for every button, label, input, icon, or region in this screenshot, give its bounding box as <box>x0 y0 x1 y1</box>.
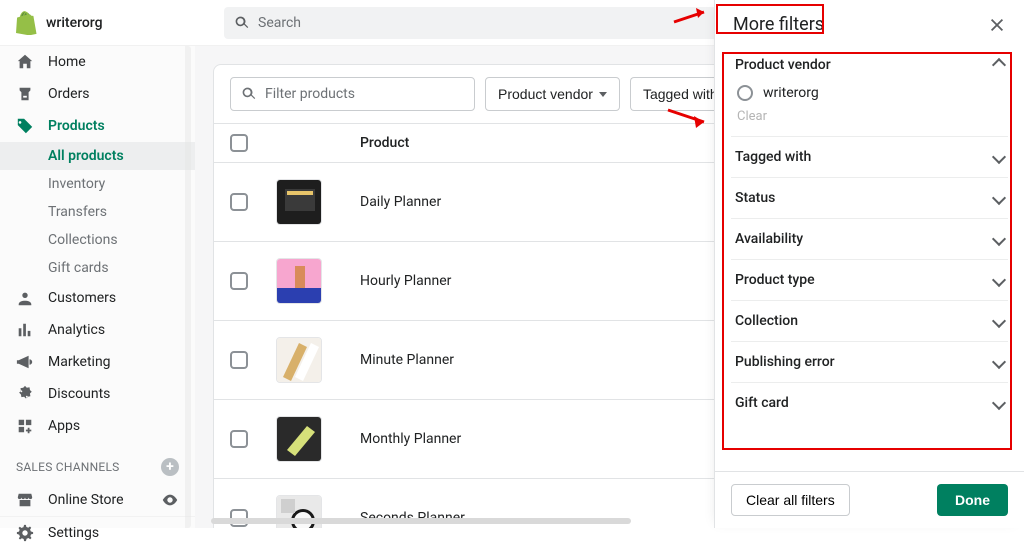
chevron-down-icon <box>992 273 1006 287</box>
nav-orders[interactable]: Orders <box>0 78 195 110</box>
home-icon <box>16 53 34 71</box>
chevron-down-icon <box>992 191 1006 205</box>
channel-online-store[interactable]: Online Store <box>0 484 195 516</box>
filter-section-toggle[interactable]: Status <box>735 190 1004 206</box>
apps-icon <box>16 417 34 435</box>
nav-label: Settings <box>48 525 99 541</box>
product-thumbnail <box>276 337 322 383</box>
orders-icon <box>16 85 34 103</box>
sidebar: Home Orders Products All products Invent… <box>0 46 195 528</box>
nav-label: Apps <box>48 418 80 434</box>
filter-section-availability: Availability <box>731 219 1008 260</box>
filter-section-toggle[interactable]: Gift card <box>735 395 1004 411</box>
chevron-down-icon <box>992 355 1006 369</box>
radio-icon <box>737 85 753 101</box>
nav-apps[interactable]: Apps <box>0 410 195 442</box>
row-checkbox[interactable] <box>230 351 248 369</box>
channel-label: Online Store <box>48 492 124 508</box>
nav-label: Customers <box>48 290 116 306</box>
product-vendor-filter-btn[interactable]: Product vendor <box>485 77 620 111</box>
subnav-inventory[interactable]: Inventory <box>0 170 195 198</box>
chevron-down-icon <box>992 232 1006 246</box>
horizontal-scrollbar[interactable] <box>211 518 631 524</box>
discount-icon <box>16 385 34 403</box>
panel-title: More filters <box>733 14 824 35</box>
nav-label: Products <box>48 118 105 134</box>
nav-label: Discounts <box>48 386 110 402</box>
filter-products-input[interactable]: Filter products <box>230 77 475 111</box>
row-checkbox[interactable] <box>230 272 248 290</box>
vendor-option-writerorg[interactable]: writerorg <box>737 83 1002 109</box>
chevron-down-icon <box>992 396 1006 410</box>
chevron-down-icon <box>599 92 607 97</box>
nav-label: Marketing <box>48 354 111 370</box>
filter-section-toggle[interactable]: Product vendor <box>735 57 1004 73</box>
customers-icon <box>16 289 34 307</box>
megaphone-icon <box>16 353 34 371</box>
analytics-icon <box>16 321 34 339</box>
store-switcher[interactable]: writerorg <box>0 11 222 35</box>
chevron-down-icon <box>992 150 1006 164</box>
filter-section-collection: Collection <box>731 301 1008 342</box>
chevron-up-icon <box>992 58 1006 72</box>
filter-section-toggle[interactable]: Product type <box>735 272 1004 288</box>
select-all-checkbox[interactable] <box>230 134 248 152</box>
nav-marketing[interactable]: Marketing <box>0 346 195 378</box>
more-filters-panel: More filters Product vendor writerorg Cl… <box>714 0 1024 528</box>
nav-label: Home <box>48 54 86 70</box>
done-button[interactable]: Done <box>937 484 1008 516</box>
subnav-collections[interactable]: Collections <box>0 226 195 254</box>
filter-section-pub-error: Publishing error <box>731 342 1008 383</box>
search-placeholder: Search <box>258 15 301 31</box>
nav-home[interactable]: Home <box>0 46 195 78</box>
search-icon <box>241 86 257 102</box>
add-channel-button[interactable]: + <box>161 458 179 476</box>
close-icon[interactable] <box>988 16 1006 34</box>
filter-section-giftcard: Gift card <box>731 383 1008 423</box>
filter-section-toggle[interactable]: Availability <box>735 231 1004 247</box>
gear-icon <box>16 524 34 542</box>
clear-vendor-link[interactable]: Clear <box>737 109 1002 124</box>
nav-products[interactable]: Products <box>0 110 195 142</box>
subnav-all-products[interactable]: All products <box>0 142 195 170</box>
filter-section-tagged: Tagged with <box>731 137 1008 178</box>
row-checkbox[interactable] <box>230 430 248 448</box>
filter-section-toggle[interactable]: Tagged with <box>735 149 1004 165</box>
nav-label: Analytics <box>48 322 105 338</box>
subnav-transfers[interactable]: Transfers <box>0 198 195 226</box>
nav-settings[interactable]: Settings <box>0 517 195 549</box>
chevron-down-icon <box>992 314 1006 328</box>
filter-section-toggle[interactable]: Collection <box>735 313 1004 329</box>
tag-icon <box>16 117 34 135</box>
store-name: writerorg <box>46 15 103 31</box>
store-icon <box>16 491 34 509</box>
product-thumbnail <box>276 416 322 462</box>
product-thumbnail <box>276 179 322 225</box>
filter-placeholder: Filter products <box>265 86 355 102</box>
subnav-giftcards[interactable]: Gift cards <box>0 254 195 282</box>
filter-section-status: Status <box>731 178 1008 219</box>
filter-section-product-type: Product type <box>731 260 1008 301</box>
eye-icon[interactable] <box>161 491 179 509</box>
filter-section-toggle[interactable]: Publishing error <box>735 354 1004 370</box>
nav-label: Orders <box>48 86 90 102</box>
nav-customers[interactable]: Customers <box>0 282 195 314</box>
nav-analytics[interactable]: Analytics <box>0 314 195 346</box>
row-checkbox[interactable] <box>230 193 248 211</box>
nav-discounts[interactable]: Discounts <box>0 378 195 410</box>
channels-header: SALES CHANNELS + <box>0 442 195 484</box>
clear-all-filters-button[interactable]: Clear all filters <box>731 484 850 516</box>
filter-section-vendor: Product vendor writerorg Clear <box>731 45 1008 137</box>
shopify-logo-icon <box>16 11 38 35</box>
product-thumbnail <box>276 258 322 304</box>
search-icon <box>234 15 250 31</box>
